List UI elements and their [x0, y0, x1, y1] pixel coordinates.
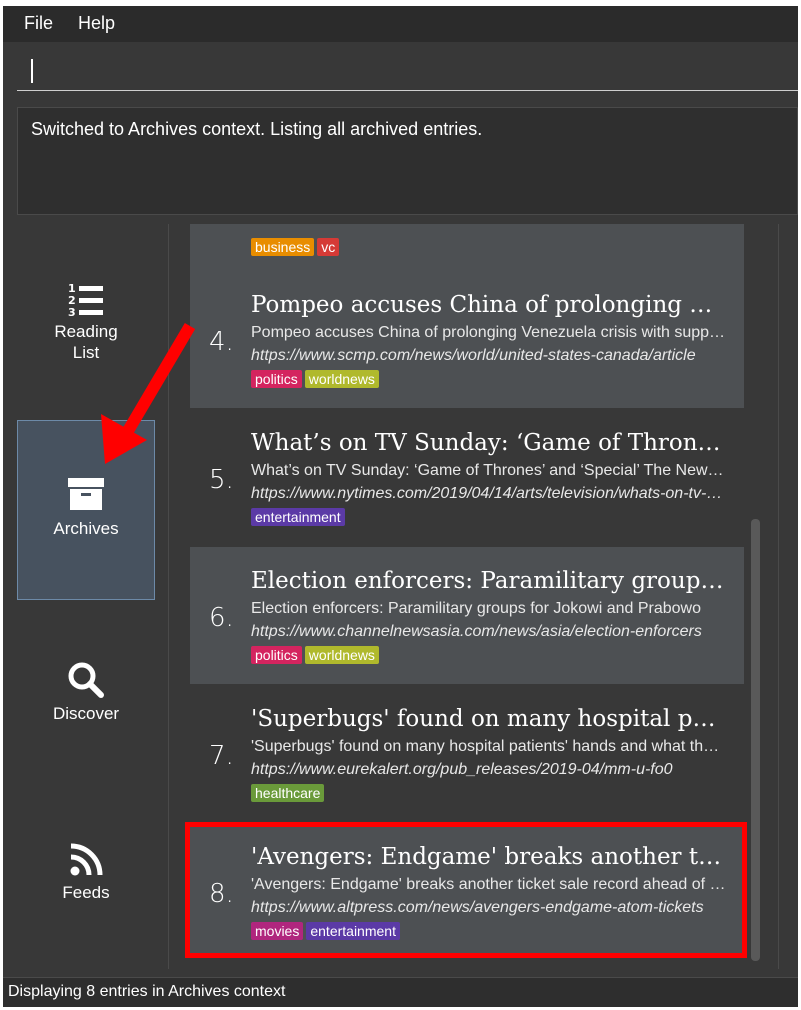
sidebar-label-feeds: Feeds	[62, 883, 110, 902]
list-item[interactable]: 6. Election enforcers: Paramilitary grou…	[190, 547, 744, 684]
command-input[interactable]	[17, 50, 798, 91]
tag-vc: vc	[317, 238, 340, 256]
result-display: Switched to Archives context. Listing al…	[17, 107, 798, 215]
tag-worldnews: worldnews	[304, 646, 379, 664]
menu-help[interactable]: Help	[78, 13, 115, 34]
search-icon	[68, 662, 104, 698]
status-bar: Displaying 8 entries in Archives context	[3, 977, 798, 1007]
entry-description: 'Superbugs' found on many hospital patie…	[251, 738, 726, 755]
numbered-list-icon: 1 2 3	[68, 282, 103, 319]
sidebar-item-feeds[interactable]: Feeds	[17, 842, 155, 903]
entry-description: Election enforcers: Paramilitary groups …	[251, 600, 701, 617]
annotation-highlight-box	[185, 822, 747, 958]
sidebar-label-discover: Discover	[52, 704, 120, 723]
tag-list: politics worldnews	[251, 646, 382, 665]
annotation-arrow-icon	[101, 322, 196, 464]
entry-url[interactable]: https://www.eurekalert.org/pub_releases/…	[251, 761, 726, 779]
tag-list: politics worldnews	[251, 370, 382, 389]
tag-politics: politics	[251, 370, 302, 388]
entry-title: Pompeo accuses China of prolonging Venez…	[251, 292, 726, 318]
entry-index: 5.	[209, 465, 234, 495]
list-item[interactable]: 5. What’s on TV Sunday: ‘Game of Thrones…	[190, 409, 744, 546]
sidebar-label-archives: Archives	[53, 519, 119, 538]
entry-index: 7.	[209, 741, 234, 771]
tag-worldnews: worldnews	[304, 370, 379, 388]
entry-description: Pompeo accuses China of prolonging Venez…	[251, 324, 726, 341]
tag-entertainment: entertainment	[251, 508, 345, 526]
entry-title: What’s on TV Sunday: ‘Game of Thrones’ a…	[251, 430, 726, 456]
tag-list: business vc	[251, 238, 342, 257]
sidebar-item-discover[interactable]: Discover	[17, 661, 155, 724]
entry-index: 6.	[209, 603, 234, 633]
text-caret	[31, 59, 33, 83]
entry-description: What’s on TV Sunday: ‘Game of Thrones’ a…	[251, 462, 726, 479]
result-message: Switched to Archives context. Listing al…	[31, 119, 483, 139]
tag-list: healthcare	[251, 784, 327, 803]
detail-pane	[778, 224, 798, 969]
entry-url[interactable]: https://www.scmp.com/news/world/united-s…	[251, 347, 726, 365]
archive-box-icon	[68, 478, 104, 510]
entry-title: Election enforcers: Paramilitary groups …	[251, 568, 726, 594]
rss-icon	[70, 843, 103, 876]
list-item[interactable]: 4. Pompeo accuses China of prolonging Ve…	[190, 271, 744, 408]
menu-bar: File Help	[3, 6, 798, 42]
menu-file[interactable]: File	[24, 13, 53, 34]
entry-url[interactable]: https://www.channelnewsasia.com/news/asi…	[251, 623, 726, 641]
tag-politics: politics	[251, 646, 302, 664]
scrollbar-thumb[interactable]	[751, 519, 760, 961]
status-text: Displaying 8 entries in Archives context	[8, 983, 286, 1000]
entry-index: 4.	[209, 327, 234, 357]
entry-title: 'Superbugs' found on many hospital patie…	[251, 706, 726, 732]
tag-business: business	[251, 238, 315, 256]
list-item[interactable]: 7. 'Superbugs' found on many hospital pa…	[190, 685, 744, 822]
list-item-partial[interactable]: business vc	[190, 224, 744, 271]
tag-list: entertainment	[251, 508, 348, 527]
tag-healthcare: healthcare	[251, 784, 325, 802]
svg-text:3: 3	[68, 306, 76, 319]
entry-url[interactable]: https://www.nytimes.com/2019/04/14/arts/…	[251, 485, 726, 503]
